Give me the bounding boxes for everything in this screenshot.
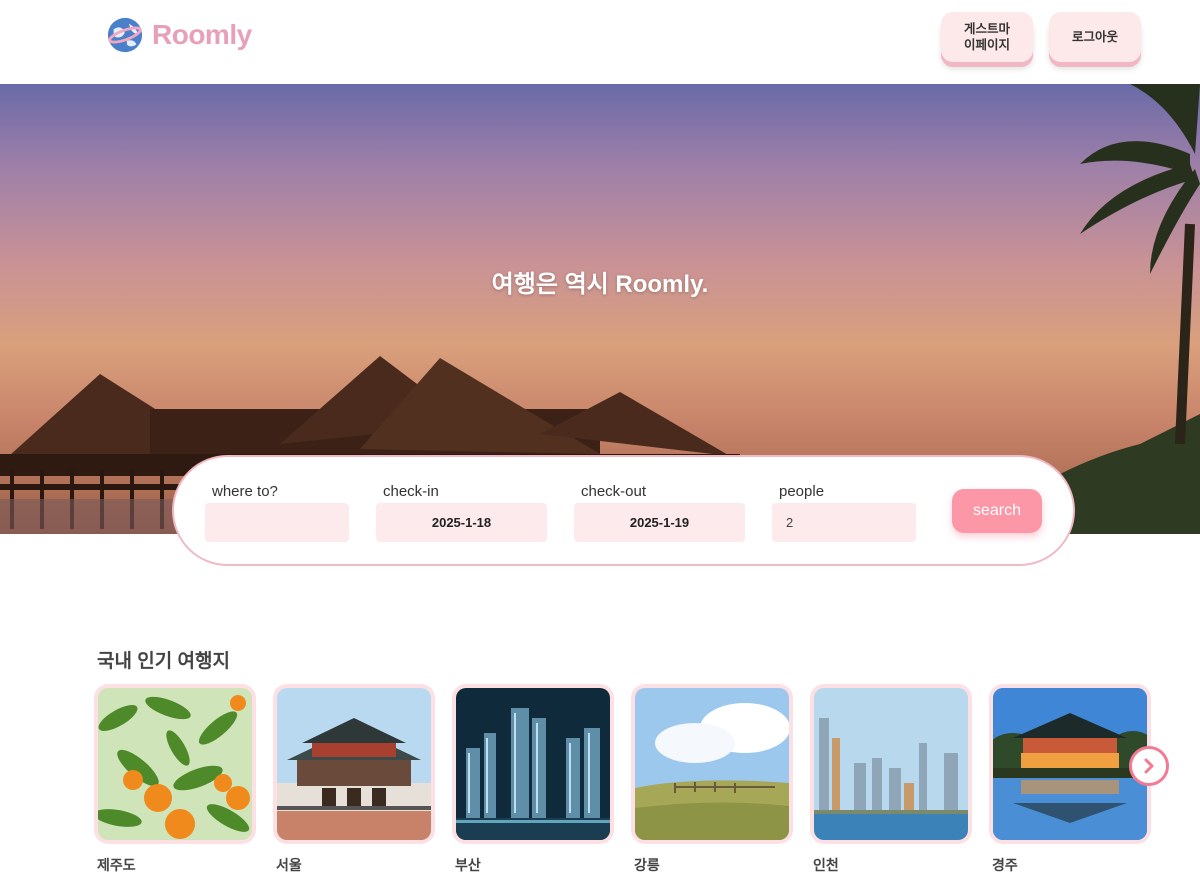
brand-name: Roomly — [152, 19, 252, 50]
destination-image — [635, 688, 790, 840]
destination-card[interactable] — [983, 684, 1158, 844]
destination-name: 서울 — [276, 857, 302, 873]
destination-card[interactable] — [631, 684, 793, 844]
destination-image — [94, 688, 252, 840]
destination-image — [277, 688, 431, 840]
logout-label: 로그아웃 — [1071, 30, 1118, 44]
checkout-label: check-out — [581, 483, 647, 500]
destination-name: 제주도 — [97, 857, 136, 873]
chevron-right-icon — [1144, 758, 1154, 774]
destination-image — [814, 688, 968, 840]
where-label: where to? — [212, 483, 278, 500]
people-label: people — [779, 483, 825, 500]
mypage-label-line1: 게스트마 — [963, 22, 1010, 36]
where-input[interactable] — [205, 503, 349, 542]
destination-name: 강릉 — [634, 857, 660, 873]
search-button[interactable]: search — [952, 489, 1042, 533]
destination-card[interactable] — [94, 684, 256, 844]
destination-card[interactable] — [452, 684, 614, 844]
destination-name: 부산 — [455, 857, 481, 873]
hero-title: 여행은 역시 Roomly. — [491, 271, 709, 298]
checkout-date-input[interactable]: 2025-1-19 — [574, 503, 745, 542]
destination-name: 인천 — [813, 857, 839, 873]
destination-card[interactable] — [810, 684, 972, 844]
popular-section-title: 국내 인기 여행지 — [97, 651, 230, 672]
checkin-label: check-in — [383, 483, 439, 500]
top-header: Roomly 게스트마 이페이지 로그아웃 — [0, 0, 1200, 84]
destination-name: 경주 — [992, 857, 1018, 873]
people-input[interactable]: 2 — [772, 503, 916, 542]
destination-card[interactable] — [273, 684, 435, 844]
globe-icon — [107, 17, 143, 53]
destination-image — [983, 688, 1158, 840]
logout-button[interactable]: 로그아웃 — [1049, 12, 1141, 62]
search-bar: where to? check-in 2025-1-18 check-out 2… — [172, 455, 1075, 566]
mypage-label-line2: 이페이지 — [963, 38, 1010, 52]
destination-image — [456, 688, 610, 840]
checkin-date-input[interactable]: 2025-1-18 — [376, 503, 547, 542]
guest-mypage-button[interactable]: 게스트마 이페이지 — [941, 12, 1033, 62]
brand-logo[interactable]: Roomly — [106, 16, 252, 54]
carousel-next-button[interactable] — [1129, 746, 1169, 786]
